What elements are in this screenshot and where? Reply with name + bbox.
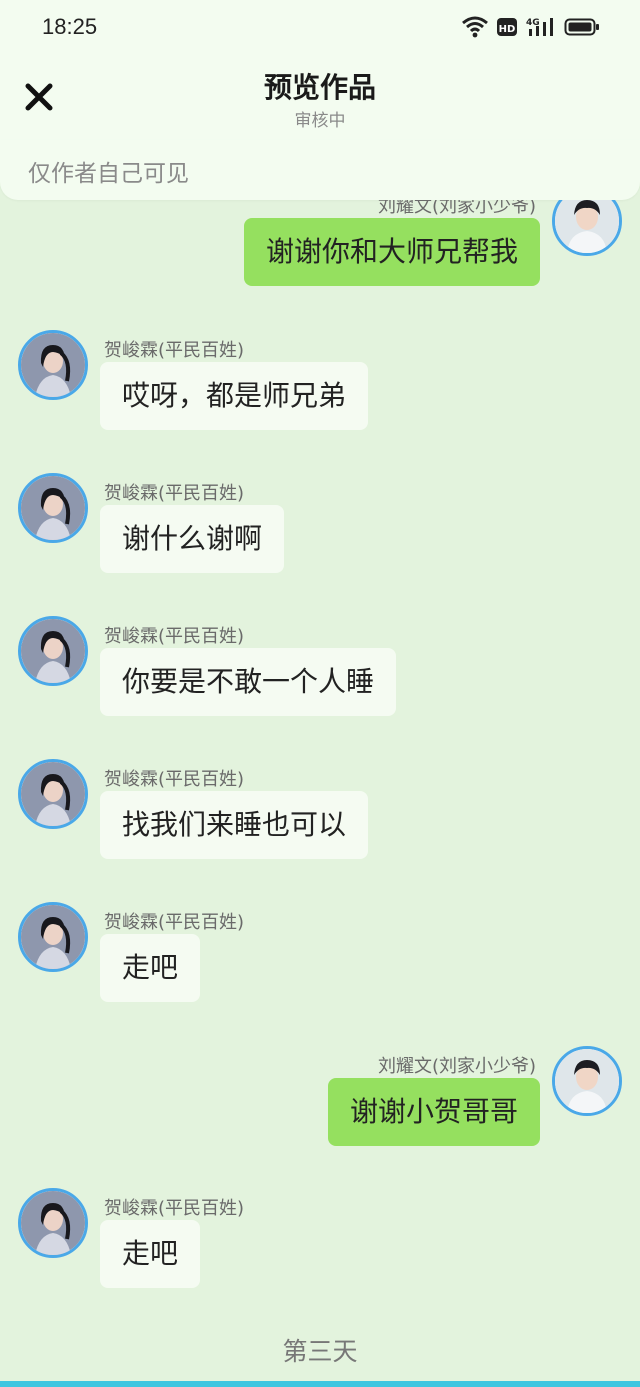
message-bubble[interactable]: 找我们来睡也可以 bbox=[100, 791, 369, 859]
status-icons: HD 4G bbox=[462, 16, 600, 38]
avatar-he[interactable] bbox=[18, 759, 88, 829]
message-bubble[interactable]: 谢什么谢啊 bbox=[100, 505, 285, 573]
sender-name: 贺峻霖(平民百姓) bbox=[104, 483, 245, 504]
review-status: 审核中 bbox=[294, 111, 346, 131]
message-bubble[interactable]: 谢谢小贺哥哥 bbox=[327, 1078, 540, 1146]
battery-icon bbox=[564, 18, 599, 36]
status-time: 18:25 bbox=[42, 14, 98, 39]
page-title: 预览作品 bbox=[263, 71, 376, 104]
sender-name: 贺峻霖(平民百姓) bbox=[104, 1198, 245, 1219]
avatar-liu[interactable] bbox=[552, 1046, 622, 1116]
wifi-icon bbox=[462, 16, 488, 38]
sender-name: 贺峻霖(平民百姓) bbox=[104, 912, 245, 933]
visibility-notice-bar: 仅作者自己可见 bbox=[0, 140, 640, 200]
avatar-he[interactable] bbox=[18, 616, 88, 686]
message-bubble[interactable]: 谢谢你和大师兄帮我 bbox=[243, 218, 540, 286]
sender-name: 贺峻霖(平民百姓) bbox=[104, 626, 245, 647]
message-bubble[interactable]: 哎呀，都是师兄弟 bbox=[100, 362, 369, 430]
message-bubble[interactable]: 走吧 bbox=[100, 934, 201, 1002]
sender-name: 贺峻霖(平民百姓) bbox=[104, 340, 245, 361]
header: 预览作品 审核中 bbox=[0, 56, 640, 140]
avatar-he[interactable] bbox=[18, 1188, 88, 1258]
message-bubble[interactable]: 走吧 bbox=[100, 1220, 201, 1288]
sender-name: 贺峻霖(平民百姓) bbox=[104, 769, 245, 790]
message-bubble[interactable]: 你要是不敢一个人睡 bbox=[100, 648, 397, 716]
avatar-he[interactable] bbox=[18, 902, 88, 972]
avatar-he[interactable] bbox=[18, 473, 88, 543]
visibility-notice: 仅作者自己可见 bbox=[28, 161, 189, 187]
avatar-liu[interactable] bbox=[552, 200, 622, 256]
bottom-accent-line bbox=[0, 1381, 640, 1387]
signal-4g-icon: 4G bbox=[526, 18, 553, 36]
hd-icon: HD bbox=[497, 18, 517, 36]
status-bar: 18:25 HD 4G bbox=[0, 0, 640, 56]
day-label: 第三天 bbox=[282, 1337, 358, 1366]
avatar-he[interactable] bbox=[18, 330, 88, 400]
sender-name: 刘耀文(刘家小少爷) bbox=[377, 200, 536, 217]
sender-name: 刘耀文(刘家小少爷) bbox=[377, 1056, 536, 1077]
hd-label: HD bbox=[499, 24, 516, 35]
chat-list[interactable]: 刘耀文(刘家小少爷) 谢谢你和大师兄帮我 贺峻霖(平民百姓) 哎呀，都是师兄弟 bbox=[0, 200, 640, 1330]
